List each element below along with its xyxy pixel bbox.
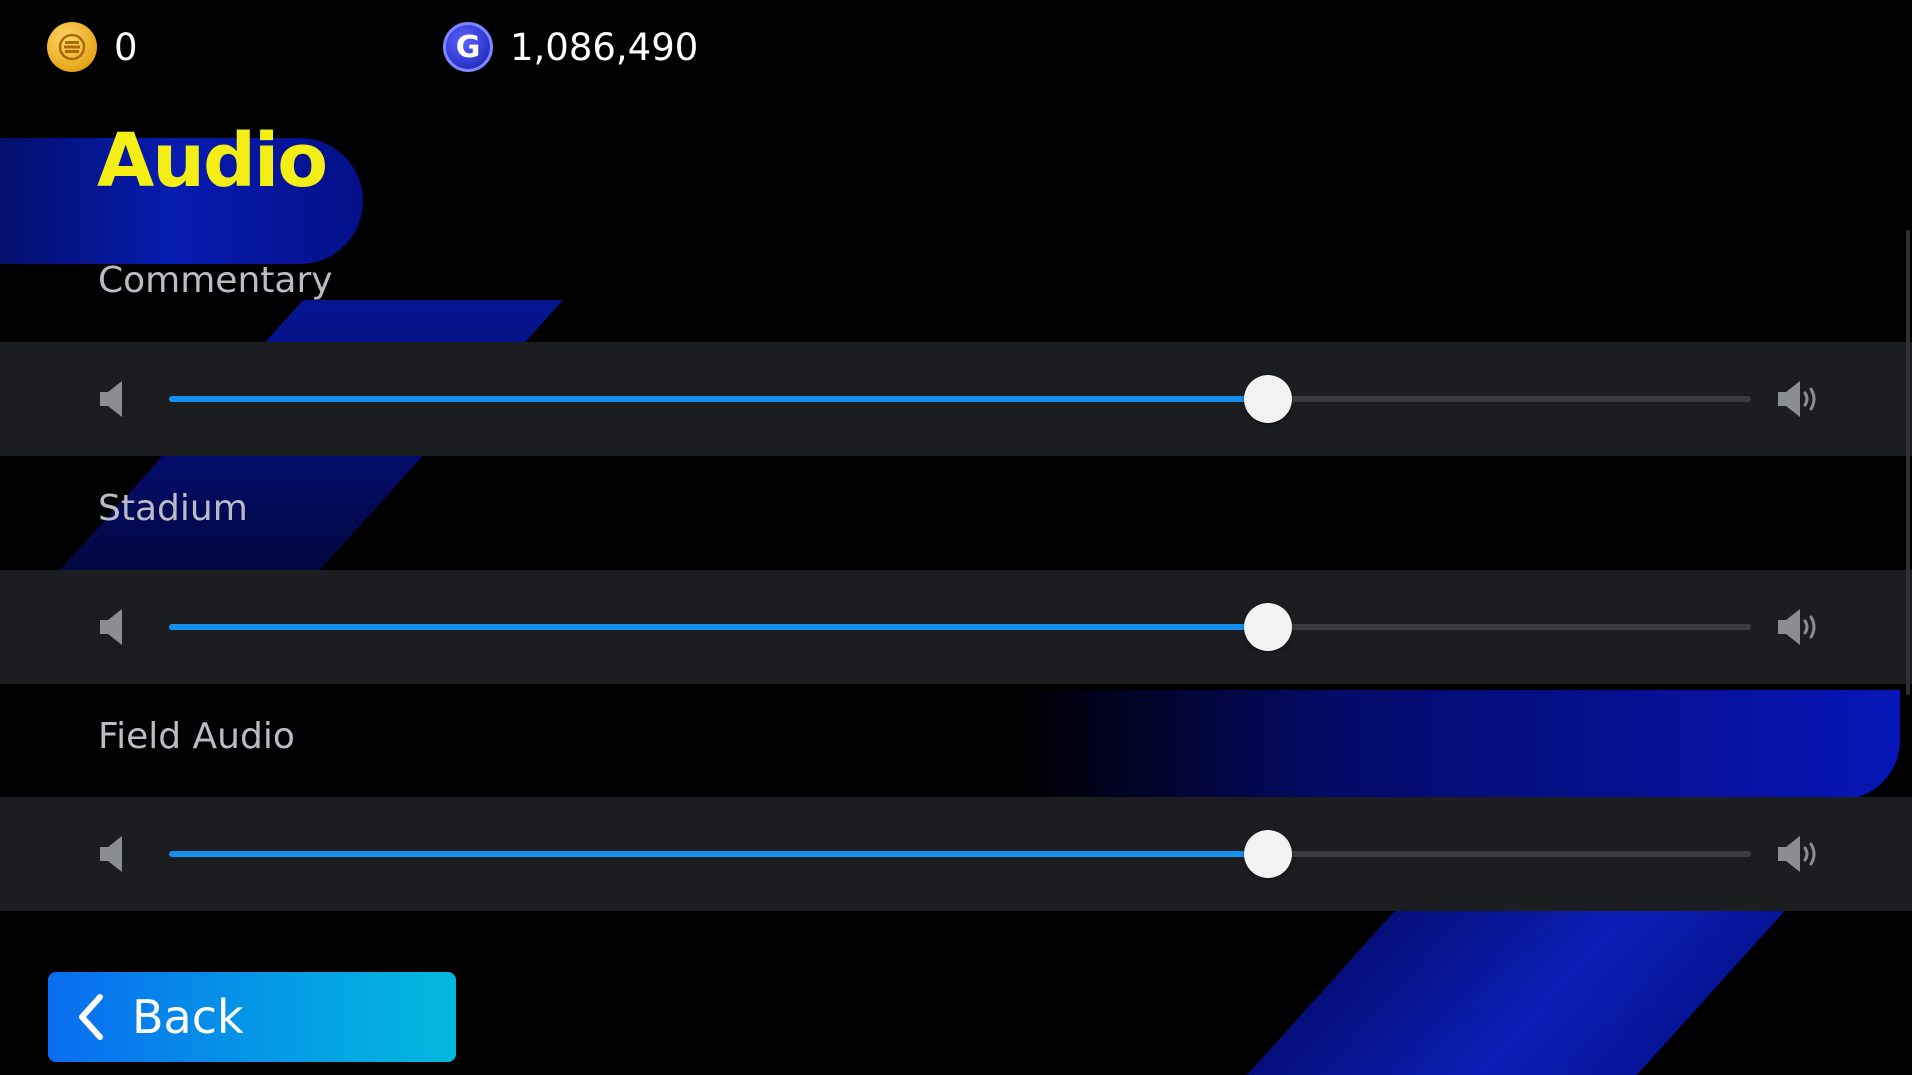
stadium-slider[interactable] bbox=[169, 603, 1751, 651]
commentary-label: Commentary bbox=[98, 260, 333, 301]
field-audio-slider-row bbox=[0, 797, 1912, 911]
back-button[interactable]: Back bbox=[48, 972, 456, 1062]
commentary-slider[interactable] bbox=[169, 375, 1751, 423]
coins-value: 0 bbox=[114, 25, 138, 69]
field-audio-label: Field Audio bbox=[98, 716, 295, 757]
slider-fill bbox=[169, 396, 1269, 402]
volume-high-icon[interactable] bbox=[1774, 832, 1824, 876]
field-audio-slider[interactable] bbox=[169, 830, 1751, 878]
scrollbar[interactable] bbox=[1906, 230, 1910, 695]
volume-low-icon[interactable] bbox=[96, 605, 130, 649]
stadium-slider-row bbox=[0, 570, 1912, 684]
back-button-label: Back bbox=[132, 990, 244, 1044]
volume-high-icon[interactable] bbox=[1774, 605, 1824, 649]
volume-high-icon[interactable] bbox=[1774, 377, 1824, 421]
background-stripe-decoration bbox=[1219, 905, 1790, 1075]
gp-value: 1,086,490 bbox=[510, 25, 699, 69]
audio-settings-screen: 0 G 1,086,490 Audio Commentary Stadium F… bbox=[0, 0, 1912, 1075]
gp-coin-icon: G bbox=[443, 22, 493, 72]
coins-balance: 0 bbox=[47, 22, 138, 72]
commentary-slider-row bbox=[0, 342, 1912, 456]
slider-fill bbox=[169, 624, 1269, 630]
coin-icon bbox=[47, 22, 97, 72]
slider-fill bbox=[169, 851, 1269, 857]
page-title: Audio bbox=[97, 118, 328, 204]
stadium-label: Stadium bbox=[98, 488, 248, 529]
slider-thumb[interactable] bbox=[1244, 603, 1293, 651]
slider-thumb[interactable] bbox=[1244, 375, 1293, 423]
background-glow-decoration bbox=[1020, 690, 1900, 800]
volume-low-icon[interactable] bbox=[96, 832, 130, 876]
gp-balance: G 1,086,490 bbox=[443, 22, 698, 72]
volume-low-icon[interactable] bbox=[96, 377, 130, 421]
slider-thumb[interactable] bbox=[1244, 830, 1293, 878]
chevron-left-icon bbox=[79, 994, 103, 1040]
